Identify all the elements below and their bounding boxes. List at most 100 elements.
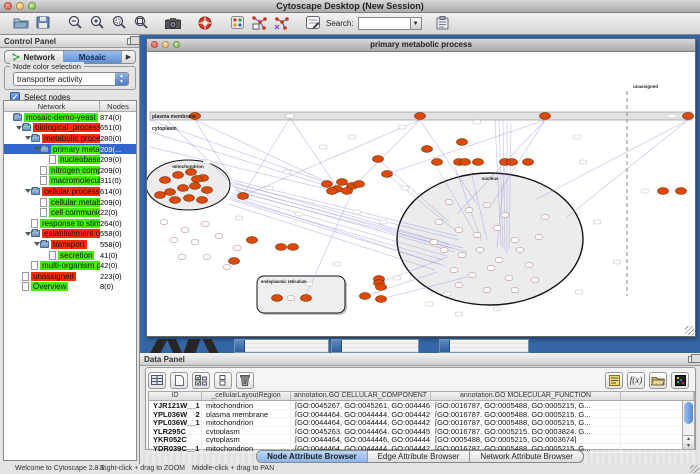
- network-node[interactable]: [155, 192, 166, 199]
- table-row[interactable]: YPL036W__2plasma membrane[GO:0044464, GO…: [149, 410, 694, 419]
- network-node[interactable]: [181, 227, 189, 232]
- table-cell[interactable]: plasma membrane: [202, 410, 291, 418]
- tree-row[interactable]: unassigned223(0): [4, 271, 136, 282]
- network-node[interactable]: [276, 244, 287, 251]
- tree-row[interactable]: transport558(0): [4, 239, 136, 250]
- tree-row[interactable]: cellular process614(0): [4, 186, 136, 197]
- tree-row-label[interactable]: macromolecule: [49, 176, 100, 185]
- network-node[interactable]: [301, 295, 312, 302]
- tree-row-label[interactable]: establishment of lo: [42, 229, 100, 238]
- column-header[interactable]: annotation.GO CELLULAR_COMPONENT: [291, 392, 431, 400]
- tree-row[interactable]: multi-organism pro42(0): [4, 260, 136, 271]
- network-node[interactable]: [376, 284, 387, 291]
- network-node[interactable]: [160, 219, 168, 224]
- canvas-background[interactable]: [147, 52, 695, 335]
- window-resize-grip[interactable]: [685, 326, 694, 335]
- network-node[interactable]: [229, 258, 240, 265]
- network-node[interactable]: [541, 214, 549, 219]
- network-node[interactable]: [178, 254, 186, 259]
- network-node[interactable]: [432, 159, 443, 166]
- network-node[interactable]: [535, 234, 543, 239]
- network-node[interactable]: [178, 185, 189, 192]
- tree-row-label[interactable]: unassigned: [31, 272, 76, 281]
- minimized-window[interactable]: [439, 339, 529, 353]
- tree-row[interactable]: Overview8(0): [4, 282, 136, 293]
- table-cell[interactable]: YPL036W__2: [149, 410, 202, 418]
- network-node[interactable]: [184, 195, 195, 202]
- network-node[interactable]: [233, 245, 241, 250]
- disclosure-triangle-icon[interactable]: [24, 189, 31, 193]
- network-node[interactable]: [435, 219, 443, 224]
- tree-row-label[interactable]: response to stimul: [40, 219, 100, 228]
- network-node[interactable]: [455, 282, 463, 287]
- delete-attribute-button[interactable]: [236, 372, 254, 389]
- network-node[interactable]: [531, 277, 539, 282]
- tab-edge-attribute-browser[interactable]: Edge Attribute Browser: [368, 451, 471, 462]
- network-node[interactable]: [523, 159, 534, 166]
- tab-network-attribute-browser[interactable]: Network Attribute Browser: [470, 451, 582, 462]
- network-node[interactable]: [525, 262, 533, 267]
- tree-header-nodes[interactable]: Nodes: [100, 101, 136, 111]
- matrix-button[interactable]: [671, 372, 689, 389]
- network-node[interactable]: [473, 232, 481, 237]
- network-node[interactable]: [422, 146, 433, 153]
- network-node[interactable]: [473, 159, 484, 166]
- network-node[interactable]: [483, 202, 491, 207]
- network-node[interactable]: [201, 221, 209, 226]
- zoom-out-button[interactable]: [64, 14, 86, 34]
- open-button[interactable]: [10, 14, 32, 34]
- zoom-fit-button[interactable]: [130, 14, 152, 34]
- zoom-in-button[interactable]: [86, 14, 108, 34]
- network-view-window[interactable]: primary metabolic process plasma membran…: [146, 38, 696, 337]
- table-cell[interactable]: [GO:0044464, GO:0044446, GO:0044444, G..…: [291, 435, 431, 443]
- network-node[interactable]: [190, 183, 201, 190]
- minimized-window[interactable]: [234, 339, 329, 353]
- tree-row[interactable]: response to stimul264(0): [4, 218, 136, 229]
- network-node[interactable]: [186, 169, 197, 176]
- network-node[interactable]: [487, 265, 495, 270]
- disclosure-triangle-icon[interactable]: [33, 147, 40, 151]
- network-node[interactable]: [460, 159, 471, 166]
- network-node[interactable]: [511, 237, 519, 242]
- network-node[interactable]: [450, 267, 458, 272]
- table-cell[interactable]: YLR295C: [149, 427, 202, 435]
- network-node[interactable]: [202, 187, 213, 194]
- network-node[interactable]: [382, 171, 393, 178]
- tree-row[interactable]: primary metabol209(...: [4, 144, 136, 155]
- tree-row-label[interactable]: multi-organism pro: [40, 261, 100, 270]
- tree-row[interactable]: secretion41(0): [4, 250, 136, 261]
- network-node[interactable]: [203, 254, 211, 259]
- tree-row[interactable]: nucleobase-209(0): [4, 154, 136, 165]
- window-resize-grip[interactable]: [690, 465, 699, 473]
- network-node[interactable]: [223, 264, 231, 269]
- tree-row-label[interactable]: cellular process: [42, 187, 100, 196]
- network-node[interactable]: [192, 176, 203, 183]
- network-node[interactable]: [337, 179, 348, 186]
- network-node[interactable]: [455, 227, 463, 232]
- network-node[interactable]: [415, 113, 426, 120]
- network-node[interactable]: [327, 188, 338, 195]
- tree-row[interactable]: metabolic process280(0): [4, 133, 136, 144]
- tree-row-label[interactable]: biological_process: [33, 123, 100, 132]
- network-node[interactable]: [511, 287, 519, 292]
- disclosure-triangle-icon[interactable]: [15, 126, 22, 130]
- table-scrollbar[interactable]: ▲▼: [682, 401, 694, 449]
- network-node[interactable]: [238, 193, 249, 200]
- table-row[interactable]: YPL036W__1mitochondrion[GO:0044464, GO:0…: [149, 418, 694, 427]
- tree-row[interactable]: macromolecule311(0): [4, 176, 136, 187]
- tree-row-label[interactable]: nitrogen compo: [49, 166, 100, 175]
- column-header[interactable]: annotation.GO MOLECULAR_FUNCTION: [431, 392, 621, 400]
- network-node[interactable]: [287, 295, 295, 300]
- network-node[interactable]: [354, 181, 365, 188]
- tree-row[interactable]: cell communicat22(0): [4, 207, 136, 218]
- network-node[interactable]: [165, 189, 176, 196]
- network-node[interactable]: [440, 247, 448, 252]
- network-node[interactable]: [360, 293, 371, 300]
- network-node[interactable]: [505, 275, 513, 280]
- table-cell[interactable]: YKR052C: [149, 435, 202, 443]
- color-attribute-select[interactable]: transporter activity ▲▼: [13, 72, 129, 86]
- network-node[interactable]: [322, 181, 333, 188]
- network-node[interactable]: [430, 239, 438, 244]
- network-node[interactable]: [170, 237, 178, 242]
- snapshot-button[interactable]: [162, 14, 184, 34]
